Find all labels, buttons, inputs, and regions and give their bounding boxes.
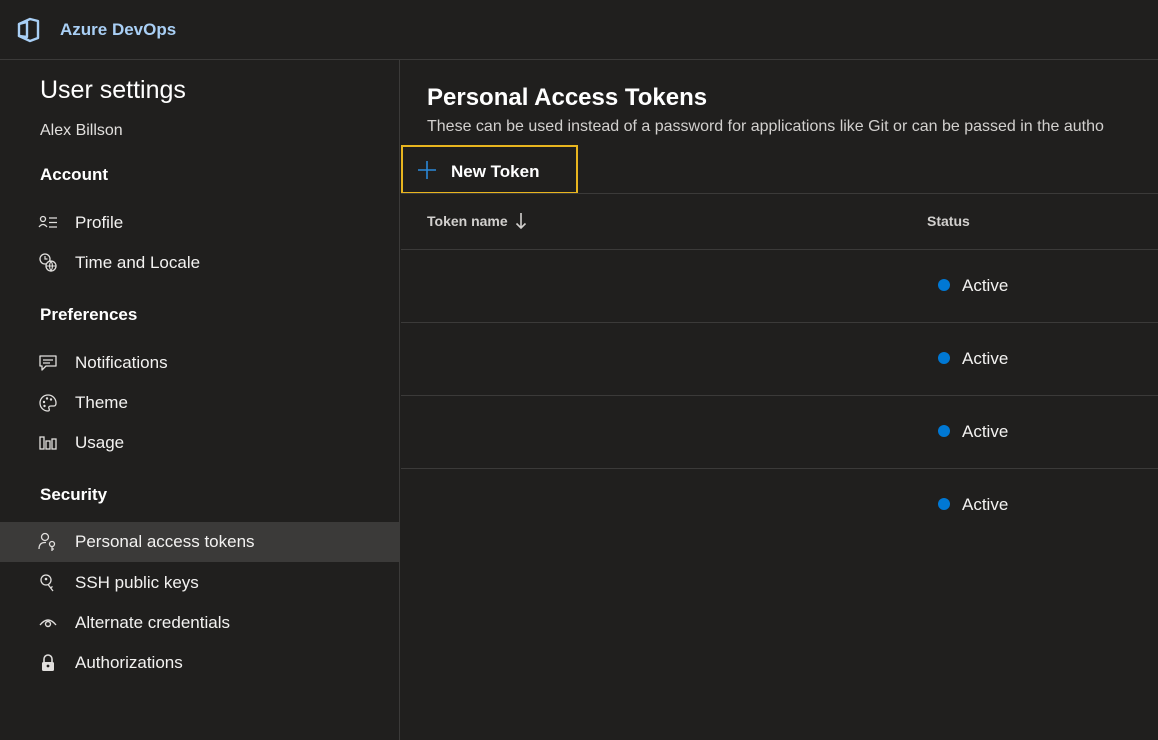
table-row[interactable]: Active — [401, 395, 1158, 468]
sidebar-item-label: Alternate credentials — [75, 613, 230, 632]
sidebar-item-label: Profile — [75, 213, 124, 232]
eye-icon — [39, 619, 57, 628]
person-key-icon — [38, 532, 56, 551]
sidebar-item-ssh-public-keys[interactable]: SSH public keys — [0, 563, 399, 603]
sidebar-item-notifications[interactable]: Notifications — [0, 343, 399, 383]
sidebar-item-alternate-credentials[interactable]: Alternate credentials — [0, 603, 399, 643]
new-token-label: New Token — [451, 162, 540, 181]
status-dot — [938, 425, 950, 437]
section-security: Security — [40, 485, 108, 504]
table-row[interactable]: Active — [401, 249, 1158, 322]
main-content: Personal Access Tokens These can be used… — [401, 60, 1158, 740]
section-account: Account — [40, 165, 108, 184]
section-preferences: Preferences — [40, 305, 138, 324]
status-text: Active — [962, 349, 1009, 368]
status-text: Active — [962, 422, 1009, 441]
sidebar-item-personal-access-tokens[interactable]: Personal access tokens — [0, 522, 399, 562]
settings-sidebar: User settings Alex Billson Account Profi… — [0, 60, 400, 740]
status-dot — [938, 279, 950, 291]
status-dot — [938, 498, 950, 510]
sidebar-item-label: Usage — [75, 433, 125, 452]
sidebar-title: User settings — [40, 76, 186, 104]
sidebar-item-profile[interactable]: Profile — [0, 203, 399, 243]
sidebar-item-authorizations[interactable]: Authorizations — [0, 643, 399, 683]
app-name[interactable]: Azure DevOps — [60, 20, 176, 40]
status-dot — [938, 352, 950, 364]
plus-icon — [418, 161, 436, 179]
new-token-button[interactable]: New Token — [401, 145, 578, 194]
sidebar-item-label: Theme — [75, 393, 128, 412]
column-header-token-name[interactable]: Token name — [427, 213, 508, 229]
top-bar: Azure DevOps — [0, 0, 1158, 60]
page-title: Personal Access Tokens — [427, 84, 708, 111]
sidebar-item-label: Time and Locale — [75, 253, 201, 272]
user-name: Alex Billson — [40, 122, 123, 139]
status-text: Active — [962, 276, 1009, 295]
sidebar-item-label: Personal access tokens — [75, 532, 255, 551]
sidebar-item-time-and-locale[interactable]: Time and Locale — [0, 243, 399, 283]
usage-chart-icon — [39, 436, 57, 450]
table-row[interactable]: Active — [401, 322, 1158, 395]
arrow-down-icon[interactable] — [515, 212, 527, 230]
ssh-key-icon — [40, 574, 54, 592]
globe-clock-icon — [39, 253, 57, 273]
sidebar-item-label: Notifications — [75, 353, 168, 372]
status-text: Active — [962, 495, 1009, 514]
profile-icon — [38, 215, 57, 228]
table-divider — [401, 193, 1158, 194]
page-description: These can be used instead of a password … — [427, 118, 1104, 135]
table-row[interactable]: Active — [401, 468, 1158, 541]
palette-icon — [39, 394, 57, 412]
column-header-status[interactable]: Status — [927, 213, 970, 229]
notifications-icon — [39, 355, 57, 371]
sidebar-item-label: Authorizations — [75, 653, 183, 672]
lock-icon — [42, 654, 54, 671]
sidebar-item-usage[interactable]: Usage — [0, 423, 399, 463]
sidebar-item-theme[interactable]: Theme — [0, 383, 399, 423]
azure-devops-logo-icon[interactable] — [16, 16, 44, 44]
sidebar-item-label: SSH public keys — [75, 573, 199, 592]
